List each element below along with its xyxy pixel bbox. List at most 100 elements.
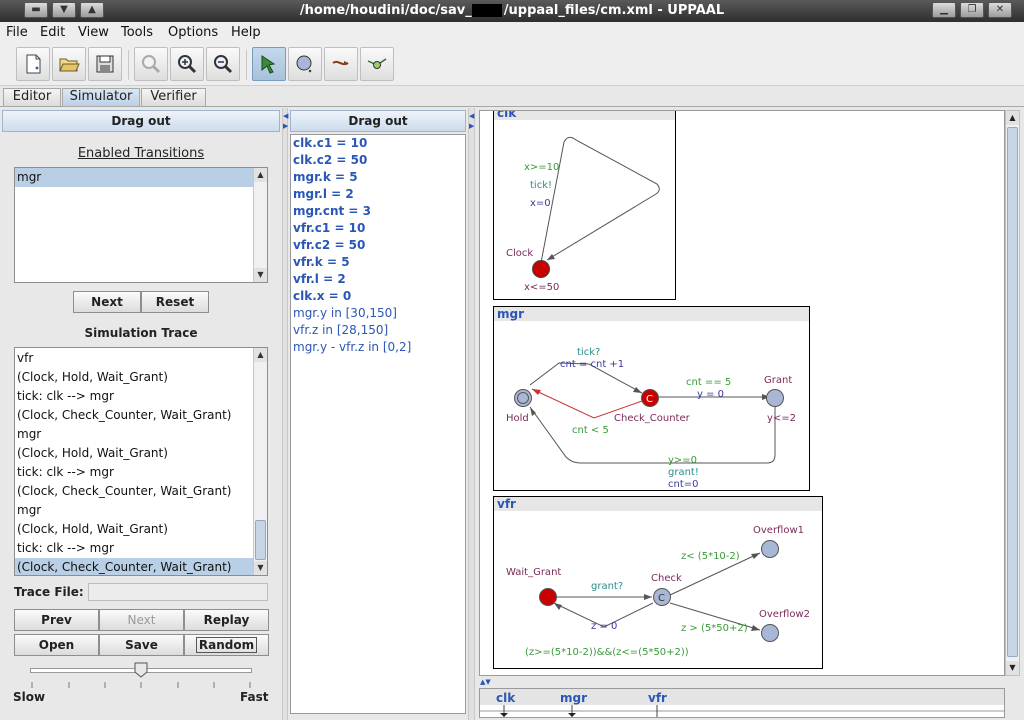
edge-sync: tick?	[577, 347, 600, 358]
process-canvas[interactable]: clk Clock x<=50 x>=10 tick! x=0 mgr C Ho…	[479, 110, 1005, 676]
enabled-transitions-list[interactable]: mgr ▲ ▼	[14, 167, 268, 283]
table-row[interactable]: tick: clk --> mgr	[15, 387, 253, 406]
redacted-block	[472, 4, 502, 17]
table-row[interactable]: (Clock, Hold, Wait_Grant)	[15, 444, 253, 463]
scroll-thumb[interactable]	[255, 520, 266, 560]
trace-next-button[interactable]: Next	[99, 609, 184, 631]
clock-constraint-row: vfr.z in [28,150]	[293, 323, 389, 337]
simulation-trace-list[interactable]: vfr (Clock, Hold, Wait_Grant) tick: clk …	[14, 347, 268, 576]
table-row[interactable]: (Clock, Hold, Wait_Grant)	[15, 368, 253, 387]
variable-row: mgr.l = 2	[293, 187, 354, 201]
svg-text:C: C	[646, 394, 653, 405]
left-splitter[interactable]: ◀ ▶	[282, 108, 288, 720]
select-arrow-icon[interactable]	[252, 47, 286, 81]
location-invariant: y<=2	[767, 413, 796, 424]
menu-help[interactable]: Help	[231, 25, 261, 40]
table-row[interactable]: (Clock, Check_Counter, Wait_Grant)	[15, 482, 253, 501]
variable-row: clk.x = 0	[293, 289, 352, 303]
enabled-scrollbar[interactable]: ▲ ▼	[253, 168, 267, 282]
location-overflow1[interactable]	[761, 540, 779, 558]
table-row[interactable]: mgr	[15, 425, 253, 444]
save-button[interactable]: Save	[99, 634, 184, 656]
collapse-left-icon[interactable]: ◀	[469, 112, 474, 120]
open-button[interactable]: Open	[14, 634, 99, 656]
edge-guard: (z>=(5*10-2))&&(z<=(5*50+2))	[525, 647, 689, 658]
divider-collapse-icon[interactable]: ▲▼	[480, 678, 491, 686]
right-splitter[interactable]: ◀ ▶	[468, 108, 475, 720]
variable-row: clk.c1 = 10	[293, 136, 368, 150]
trace-file-label: Trace File:	[14, 585, 84, 599]
reset-button[interactable]: Reset	[141, 291, 209, 313]
scroll-up-icon[interactable]: ▲	[254, 348, 267, 362]
table-row[interactable]: tick: clk --> mgr	[15, 539, 253, 558]
expand-right-icon[interactable]: ▶	[283, 122, 288, 130]
tab-verifier[interactable]: Verifier	[141, 88, 206, 106]
scroll-up-icon[interactable]: ▲	[1006, 111, 1019, 125]
menu-view[interactable]: View	[78, 25, 109, 40]
add-nail-icon[interactable]	[360, 47, 394, 81]
maximize-button[interactable]: ❐	[960, 2, 984, 18]
zoom-out-icon[interactable]	[206, 47, 240, 81]
tab-editor[interactable]: Editor	[3, 88, 61, 106]
edge-guard: cnt == 5	[686, 377, 731, 388]
location-clock[interactable]	[532, 260, 550, 278]
scroll-up-icon[interactable]: ▲	[254, 168, 267, 182]
close-button[interactable]: ✕	[988, 2, 1012, 18]
vars-drag-out-bar[interactable]: Drag out	[290, 110, 466, 132]
table-row[interactable]: (Clock, Check_Counter, Wait_Grant)	[15, 406, 253, 425]
table-row[interactable]: (Clock, Check_Counter, Wait_Grant)	[15, 558, 253, 575]
variable-row: vfr.l = 2	[293, 272, 346, 286]
add-location-icon[interactable]	[288, 47, 322, 81]
message-sequence-chart[interactable]: clk mgr vfr	[479, 688, 1005, 718]
mgr-automaton: C Hold Check_Counter Grant y<=2 tick? cn…	[506, 347, 796, 490]
save-icon[interactable]	[88, 47, 122, 81]
minimize-button[interactable]: ▁	[932, 2, 956, 18]
new-document-icon[interactable]	[16, 47, 50, 81]
menu-file[interactable]: File	[6, 25, 28, 40]
expand-right-icon[interactable]: ▶	[469, 122, 474, 130]
table-row[interactable]: (Clock, Hold, Wait_Grant)	[15, 520, 253, 539]
zoom-fit-icon[interactable]	[134, 47, 168, 81]
table-row[interactable]: mgr	[15, 501, 253, 520]
fast-label: Fast	[240, 690, 269, 704]
scroll-down-icon[interactable]: ▼	[254, 561, 267, 575]
random-button[interactable]: Random	[184, 634, 269, 656]
location-name: Check_Counter	[614, 413, 691, 424]
table-row[interactable]: vfr	[15, 349, 253, 368]
collapse-left-icon[interactable]: ◀	[283, 112, 288, 120]
edge-sync: grant?	[591, 581, 623, 592]
edge-guard: x>=10	[524, 162, 559, 173]
zoom-in-icon[interactable]	[170, 47, 204, 81]
edge-sync: grant!	[668, 467, 699, 478]
scroll-thumb[interactable]	[1007, 127, 1018, 657]
location-overflow2[interactable]	[761, 624, 779, 642]
location-wait-grant[interactable]	[539, 588, 557, 606]
menu-options[interactable]: Options	[168, 25, 218, 40]
tab-simulator[interactable]: Simulator	[62, 88, 140, 106]
clock-constraint-row: mgr.y in [30,150]	[293, 306, 397, 320]
process-mgr: mgr C Hold Check_Counter Grant y<=2 tick…	[493, 306, 810, 491]
menu-edit[interactable]: Edit	[40, 25, 65, 40]
trace-scrollbar[interactable]: ▲ ▼	[253, 348, 267, 575]
enabled-transitions-label: Enabled Transitions	[77, 146, 205, 161]
msc-process-mgr: mgr	[560, 691, 588, 705]
left-drag-out-bar[interactable]: Drag out	[2, 110, 280, 132]
list-item[interactable]: mgr	[15, 168, 253, 187]
table-row[interactable]: tick: clk --> mgr	[15, 463, 253, 482]
variables-list[interactable]: clk.c1 = 10 clk.c2 = 50 mgr.k = 5 mgr.l …	[290, 134, 466, 714]
menu-tools[interactable]: Tools	[121, 25, 153, 40]
next-button[interactable]: Next	[73, 291, 141, 313]
add-edge-icon[interactable]	[324, 47, 358, 81]
open-folder-icon[interactable]	[52, 47, 86, 81]
location-grant[interactable]	[766, 389, 784, 407]
edge-update: cnt = cnt +1	[560, 359, 624, 370]
title-bar: ▬ ▼ ▲ /home/houdini/doc/sav_/uppaal_file…	[0, 0, 1024, 22]
canvas-scrollbar[interactable]: ▲ ▼	[1005, 110, 1020, 676]
speed-slider-thumb[interactable]	[134, 662, 148, 678]
replay-button[interactable]: Replay	[184, 609, 269, 631]
prev-button[interactable]: Prev	[14, 609, 99, 631]
scroll-down-icon[interactable]: ▼	[1006, 661, 1019, 675]
scroll-down-icon[interactable]: ▼	[254, 268, 267, 282]
trace-file-field[interactable]	[88, 583, 268, 601]
msc-process-clk: clk	[496, 691, 516, 705]
